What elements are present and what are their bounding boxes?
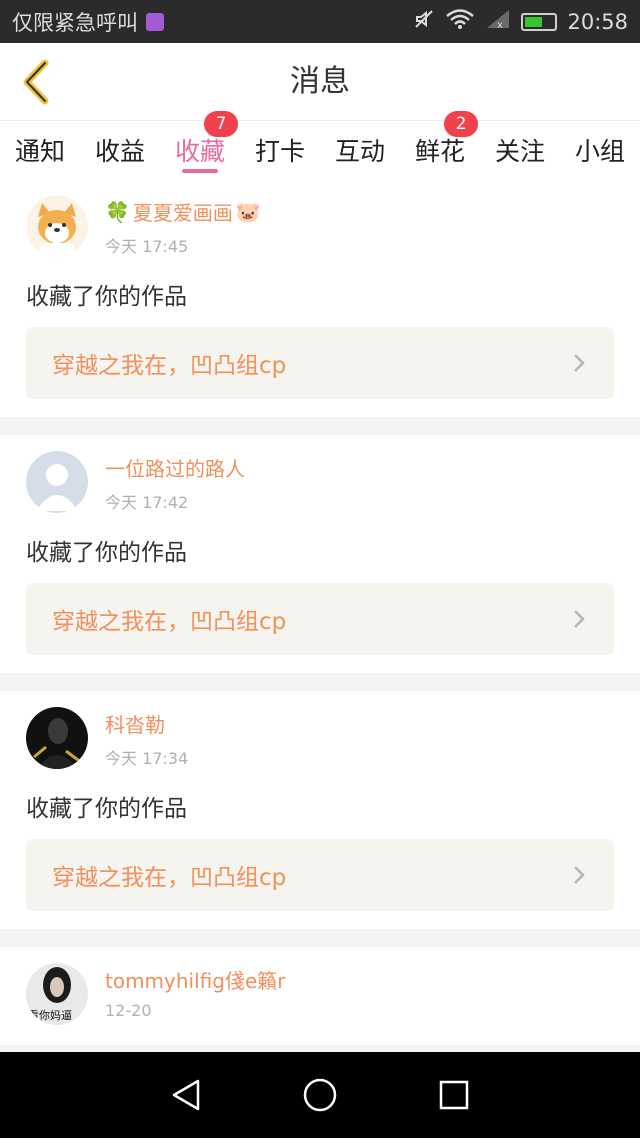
clock: 20:58 xyxy=(567,9,628,34)
tab-4[interactable]: 互动 xyxy=(320,121,400,179)
tab-label: 互动 xyxy=(334,137,385,166)
work-link[interactable]: 穿越之我在，凹凸组cp xyxy=(26,583,614,655)
tab-label: 收藏 xyxy=(174,137,225,166)
svg-text:x: x xyxy=(497,20,503,30)
message-header: 科沓勒 今天 17:34 xyxy=(26,707,614,771)
tab-6[interactable]: 关注 xyxy=(480,121,560,179)
list-item: 🍀 夏夏爱画画 🐷 今天 17:45 收藏了你的作品 穿越之我在，凹凸组cp xyxy=(0,179,640,417)
page-title: 消息 xyxy=(290,64,350,99)
tab-label: 关注 xyxy=(494,137,545,166)
message-time: 今天 17:34 xyxy=(105,749,189,768)
tab-label: 收益 xyxy=(94,137,145,166)
nav-home-button[interactable] xyxy=(300,1075,340,1115)
avatar[interactable] xyxy=(26,195,88,257)
clover-emoji: 🍀 xyxy=(105,199,130,224)
tab-label: 打卡 xyxy=(254,137,305,166)
chevron-right-icon xyxy=(570,864,588,886)
work-title: 穿越之我在，凹凸组cp xyxy=(52,609,287,635)
tab-label: 通知 xyxy=(14,137,65,166)
user-meta: 科沓勒 今天 17:34 xyxy=(105,709,188,769)
tab-label: 鲜花 xyxy=(414,137,465,166)
status-bar: 仅限紧急呼叫 x 20:58 xyxy=(0,0,640,43)
list-item: 看你妈逼 tommyhilfig俴e籟r 12-20 xyxy=(0,947,640,1045)
tab-label: 小组 xyxy=(574,137,625,166)
work-link[interactable]: 穿越之我在，凹凸组cp xyxy=(26,327,614,399)
pig-emoji: 🐷 xyxy=(235,199,261,224)
chevron-left-icon xyxy=(23,59,49,105)
message-action: 收藏了你的作品 xyxy=(26,284,187,310)
username-text: 科沓勒 xyxy=(105,713,165,737)
tab-1[interactable]: 收益 xyxy=(80,121,160,179)
work-title: 穿越之我在，凹凸组cp xyxy=(52,865,287,891)
message-header: 看你妈逼 tommyhilfig俴e籟r 12-20 xyxy=(26,963,614,1027)
wifi-icon xyxy=(445,8,475,35)
sim-app-icon xyxy=(146,12,164,31)
tab-badge: 2 xyxy=(444,111,478,137)
avatar-caption: 看你妈逼 xyxy=(28,1009,72,1022)
list-item: 一位路过的路人 今天 17:42 收藏了你的作品 穿越之我在，凹凸组cp xyxy=(0,435,640,673)
message-action: 收藏了你的作品 xyxy=(26,796,187,822)
chevron-right-icon xyxy=(570,608,588,630)
username[interactable]: 科沓勒 xyxy=(105,709,188,738)
message-list: 🍀 夏夏爱画画 🐷 今天 17:45 收藏了你的作品 穿越之我在，凹凸组cp 一… xyxy=(0,179,640,1052)
status-right: x 20:58 xyxy=(413,8,628,35)
carrier-text: 仅限紧急呼叫 xyxy=(12,10,138,35)
username-text: tommyhilfig俴e籟r xyxy=(105,969,286,993)
nav-back-button[interactable] xyxy=(166,1075,206,1115)
recents-square-icon xyxy=(439,1080,469,1110)
avatar[interactable] xyxy=(26,451,88,513)
message-tabs: 通知 收益 收藏 7 打卡 互动 鲜花 2 关注 小组 xyxy=(0,111,640,179)
chevron-right-icon xyxy=(570,352,588,374)
system-nav-bar xyxy=(0,1052,640,1138)
username[interactable]: 一位路过的路人 xyxy=(105,453,245,482)
message-time: 今天 17:45 xyxy=(105,237,189,256)
status-left: 仅限紧急呼叫 xyxy=(12,7,164,37)
avatar[interactable] xyxy=(26,707,88,769)
message-time: 12-20 xyxy=(105,1001,152,1020)
tab-5[interactable]: 鲜花 2 xyxy=(400,111,480,179)
message-header: 🍀 夏夏爱画画 🐷 今天 17:45 xyxy=(26,195,614,259)
list-item: 科沓勒 今天 17:34 收藏了你的作品 穿越之我在，凹凸组cp xyxy=(0,691,640,929)
signal-icon: x xyxy=(485,8,511,35)
username-text: 夏夏爱画画 xyxy=(132,201,233,225)
message-action: 收藏了你的作品 xyxy=(26,540,187,566)
active-tab-indicator xyxy=(182,169,218,173)
tab-2[interactable]: 收藏 7 xyxy=(160,111,240,179)
back-triangle-icon xyxy=(172,1079,200,1111)
tab-3[interactable]: 打卡 xyxy=(240,121,320,179)
avatar[interactable]: 看你妈逼 xyxy=(26,963,88,1025)
user-meta: 🍀 夏夏爱画画 🐷 今天 17:45 xyxy=(105,197,261,257)
username[interactable]: tommyhilfig俴e籟r xyxy=(105,965,286,994)
tab-7[interactable]: 小组 xyxy=(560,121,640,179)
message-header: 一位路过的路人 今天 17:42 xyxy=(26,451,614,515)
user-meta: 一位路过的路人 今天 17:42 xyxy=(105,453,245,513)
battery-icon xyxy=(521,12,558,31)
mute-icon xyxy=(413,8,435,35)
work-link[interactable]: 穿越之我在，凹凸组cp xyxy=(26,839,614,911)
home-circle-icon xyxy=(303,1078,337,1112)
back-button[interactable] xyxy=(14,59,58,105)
tab-badge: 7 xyxy=(204,111,238,137)
tab-0[interactable]: 通知 xyxy=(0,121,80,179)
user-meta: tommyhilfig俴e籟r 12-20 xyxy=(105,965,286,1020)
work-title: 穿越之我在，凹凸组cp xyxy=(52,353,287,379)
message-time: 今天 17:42 xyxy=(105,493,189,512)
app-header: 消息 xyxy=(0,43,640,121)
username-text: 一位路过的路人 xyxy=(105,457,245,481)
battery-level xyxy=(525,16,543,27)
username[interactable]: 🍀 夏夏爱画画 🐷 xyxy=(105,197,261,226)
nav-recents-button[interactable] xyxy=(434,1075,474,1115)
